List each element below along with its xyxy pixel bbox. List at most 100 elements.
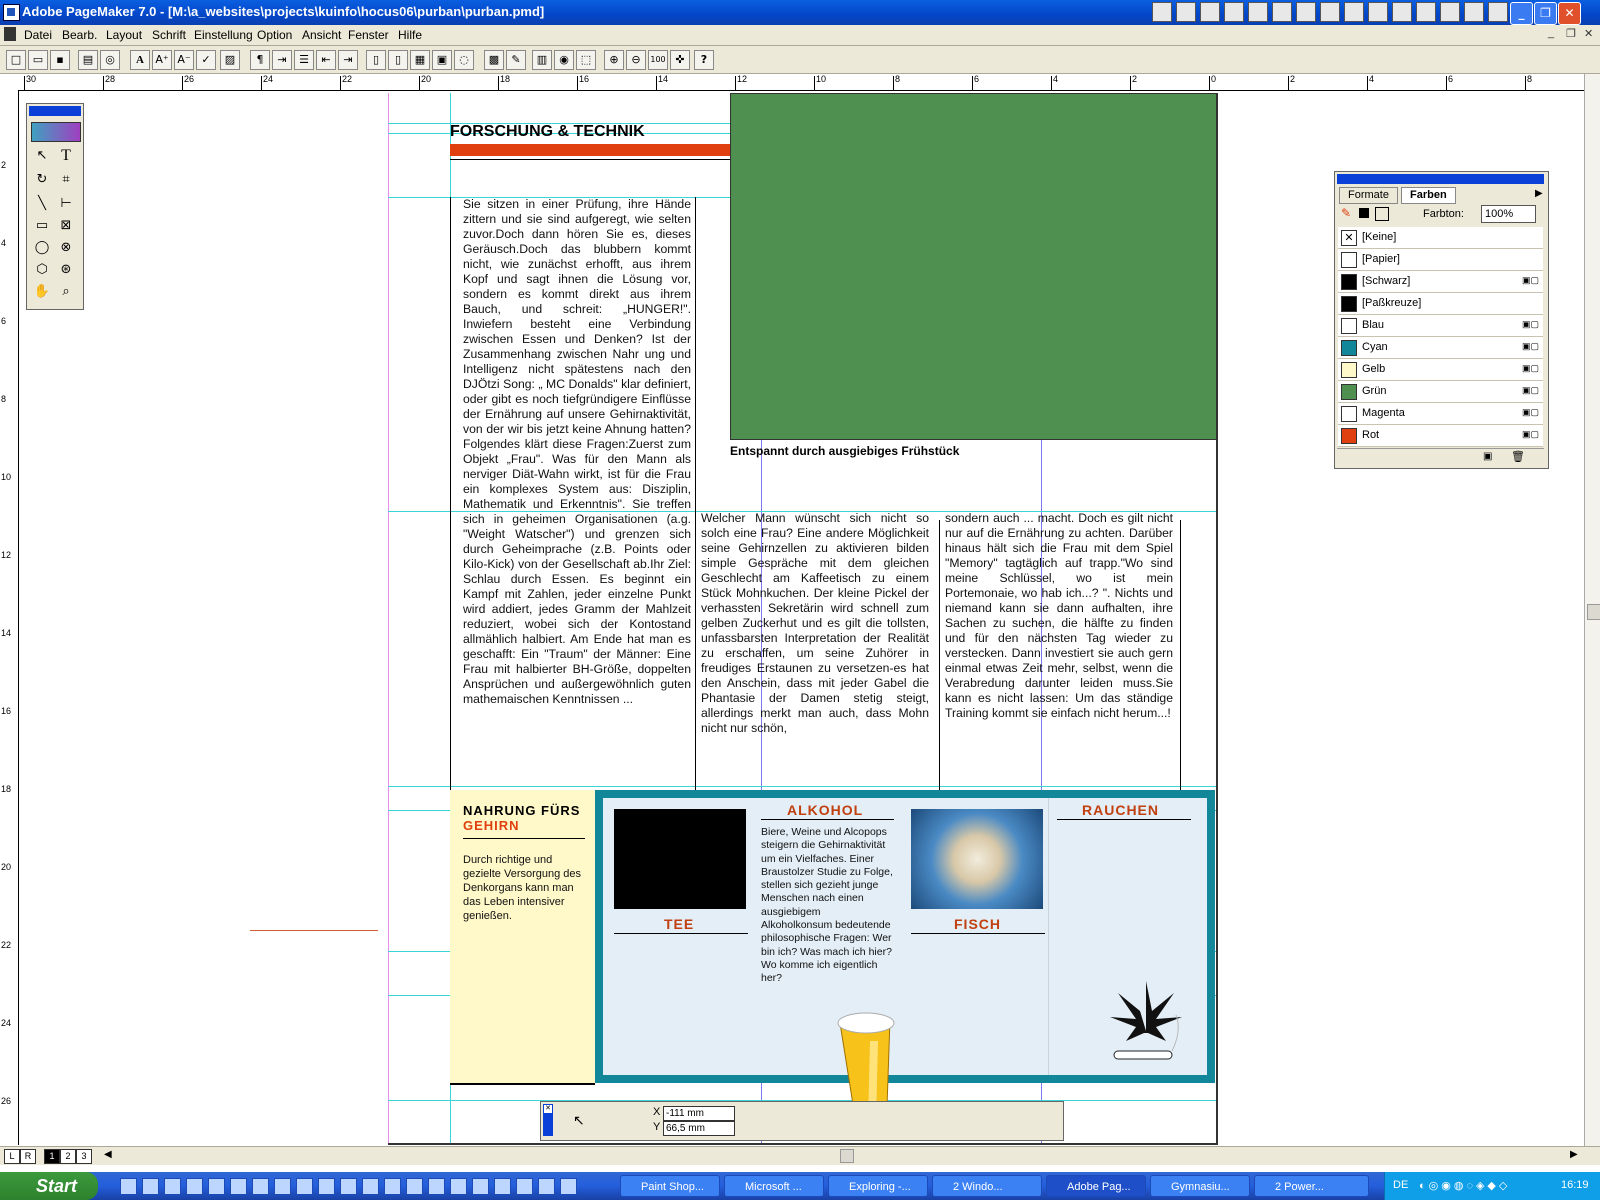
breakfast-photo-frame[interactable] [730,93,1217,440]
font-size-up-icon[interactable]: A⁺ [152,50,172,70]
alkohol-heading[interactable]: ALKOHOL [787,802,863,818]
color-row[interactable]: Rot ▣▢ [1338,425,1543,447]
image-icon[interactable]: ▩ [484,50,504,70]
page-tab-3[interactable]: 3 [76,1149,92,1164]
fill-icon[interactable]: ▨ [220,50,240,70]
tab-formate[interactable]: Formate [1339,187,1398,204]
taskbar-task[interactable]: Paint Shop... [620,1175,720,1197]
scroll-left-icon[interactable]: ◀ [104,1149,112,1160]
menu-bearb[interactable]: Bearb. [62,28,97,42]
print-icon[interactable]: ▤ [78,50,98,70]
new-document-icon[interactable]: □ [6,50,26,70]
zoom-in-icon[interactable]: ⊕ [604,50,624,70]
menu-layout[interactable]: Layout [106,28,142,42]
taskbar-task[interactable]: Microsoft ... [724,1175,824,1197]
infobox-title-line2[interactable]: GEHIRN [463,818,520,833]
edit-icon[interactable]: ✎ [506,50,526,70]
app-shortcut-icon[interactable] [1344,2,1364,22]
menu-datei[interactable]: Datei [24,28,52,42]
article-column-3[interactable]: sondern auch ... macht. Doch es gilt nic… [945,511,1173,831]
page-tab-2[interactable]: 2 [60,1149,76,1164]
color-row[interactable]: Blau ▣▢ [1338,315,1543,337]
doc-minimize-button[interactable]: _ [1548,27,1554,39]
rauchen-heading[interactable]: RAUCHEN [1082,802,1159,818]
color-row[interactable]: Magenta ▣▢ [1338,403,1543,425]
layout-icon[interactable]: ▦ [410,50,430,70]
tee-heading[interactable]: TEE [664,916,694,932]
frame-icon[interactable]: ▣ [432,50,452,70]
title-underline-bar[interactable] [450,144,730,156]
rectangle-tool-icon[interactable]: ▭ [31,216,53,236]
globe-icon[interactable]: ◉ [554,50,574,70]
link-icon[interactable]: ◌ [454,50,474,70]
y-coordinate-field[interactable]: 66,5 mm [663,1121,735,1136]
polygon-frame-tool-icon[interactable]: ⊛ [55,260,77,280]
photo-caption[interactable]: Entspannt durch ausgiebiges Frühstück [730,444,959,458]
toolbox-titlebar[interactable] [29,106,81,116]
quicklaunch-icon[interactable] [560,1178,577,1195]
ellipse-tool-icon[interactable]: ◯ [31,238,53,258]
menu-schrift[interactable]: Schrift [152,28,186,42]
export-icon[interactable]: ▥ [532,50,552,70]
quicklaunch-icon[interactable] [362,1178,379,1195]
x-coordinate-field[interactable]: -111 mm [663,1106,735,1121]
trash-icon[interactable]: 🗑 [1511,450,1525,463]
document-menu-icon[interactable] [4,27,16,41]
close-button[interactable]: ✕ [1558,2,1581,25]
font-icon[interactable]: A [130,50,150,70]
color-row[interactable]: Gelb ▣▢ [1338,359,1543,381]
menu-fenster[interactable]: Fenster [348,28,389,42]
fit-page-icon[interactable]: ✜ [670,50,690,70]
proxy-pointer-icon[interactable]: ↖ [573,1112,585,1129]
outdent-icon[interactable]: ⇤ [316,50,336,70]
indent-icon[interactable]: ⇥ [272,50,292,70]
quicklaunch-icon[interactable] [406,1178,423,1195]
quicklaunch-icon[interactable] [494,1178,511,1195]
app-shortcut-icon[interactable] [1272,2,1292,22]
app-shortcut-icon[interactable] [1200,2,1220,22]
menu-einstellung[interactable]: Einstellung [194,28,253,42]
app-shortcut-icon[interactable] [1152,2,1172,22]
pages-icon[interactable]: ▯ [388,50,408,70]
taskbar-task-active[interactable]: Adobe Pag... [1046,1175,1146,1197]
quicklaunch-icon[interactable] [450,1178,467,1195]
zoom-tool-icon[interactable]: ⌕ [55,282,77,302]
save-icon[interactable]: ▪ [50,50,70,70]
rotate-tool-icon[interactable]: ↻ [31,170,53,190]
doc-close-button[interactable]: ✕ [1584,27,1593,40]
taskbar-task[interactable]: Exploring -... [828,1175,928,1197]
minimize-button[interactable]: _ [1510,2,1533,25]
indent-right-icon[interactable]: ⇥ [338,50,358,70]
pufferfish-image[interactable] [911,809,1043,909]
stray-line[interactable] [250,930,378,931]
app-shortcut-icon[interactable] [1176,2,1196,22]
colors-palette[interactable]: Formate Farben ▶ ✎ Farbton: 100% ✕ [Keine… [1334,171,1549,469]
document-page[interactable]: FORSCHUNG & TECHNIK Entspannt durch ausg… [388,93,1218,1145]
app-shortcut-icon[interactable] [1248,2,1268,22]
mail-icon[interactable] [1224,2,1244,22]
menu-option[interactable]: Option [257,28,292,42]
app-shortcut-icon[interactable] [1296,2,1316,22]
actual-size-icon[interactable]: 100 [648,50,668,70]
quicklaunch-icon[interactable] [516,1178,533,1195]
page-icon[interactable]: ▯ [366,50,386,70]
infobox-title-line1[interactable]: NAHRUNG FÜRS [463,803,580,818]
quicklaunch-icon[interactable] [208,1178,225,1195]
quicklaunch-icon[interactable] [538,1178,555,1195]
constrained-line-tool-icon[interactable]: ⊢ [55,194,77,214]
crop-tool-icon[interactable]: ⌗ [55,170,77,190]
vertical-scrollbar[interactable] [1584,74,1600,1146]
powerpoint-icon[interactable] [1416,2,1436,22]
menu-hilfe[interactable]: Hilfe [398,28,422,42]
horizontal-ruler[interactable]: 30 28 26 24 22 20 18 16 14 12 10 8 6 4 2 0 2 4 6 8 [18,74,1584,91]
vertical-ruler[interactable]: 2 4 6 8 10 12 14 16 18 20 22 24 26 [0,90,19,1145]
bullets-icon[interactable]: ☰ [294,50,314,70]
quicklaunch-icon[interactable] [274,1178,291,1195]
access-icon[interactable] [1464,2,1484,22]
quicklaunch-icon[interactable] [318,1178,335,1195]
article-column-2[interactable]: Welcher Mann wünscht sich nicht so solch… [701,511,929,831]
quicklaunch-icon[interactable] [340,1178,357,1195]
app-shortcut-icon[interactable] [1440,2,1460,22]
quicklaunch-icon[interactable] [230,1178,247,1195]
word-icon[interactable] [1368,2,1388,22]
